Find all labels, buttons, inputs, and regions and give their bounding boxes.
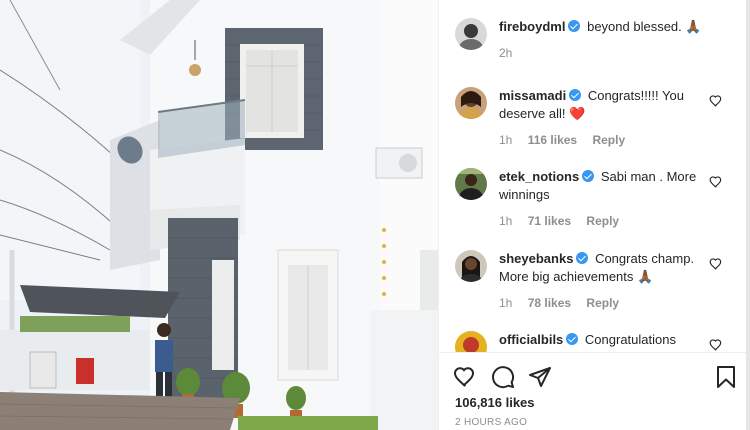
comment-likes[interactable]: 116 likes [528,133,577,147]
post-timestamp[interactable]: 2 HOURS AGO [455,417,527,428]
post-actions: 106,816 likes 2 HOURS AGO [439,352,747,430]
verified-icon [569,89,582,101]
reply-button[interactable]: Reply [592,133,625,147]
avatar[interactable] [455,331,487,352]
verified-icon [566,333,579,345]
caption-username[interactable]: fireboydml [499,19,565,34]
avatar[interactable] [455,18,487,50]
comments-list: fireboydml beyond blessed. 🙏🏾 2h missama… [439,0,747,352]
comment-username[interactable]: missamadi [499,88,566,103]
heart-icon[interactable] [709,175,723,189]
reply-button[interactable]: Reply [586,296,619,310]
post-sidebar: fireboydml beyond blessed. 🙏🏾 2h missama… [438,0,750,430]
heart-icon[interactable] [453,365,477,389]
comment-username[interactable]: etek_notions [499,169,579,184]
caption-time[interactable]: 2h [499,46,512,60]
scrollbar[interactable] [746,0,750,430]
heart-icon[interactable] [709,338,723,352]
verified-icon [576,252,589,264]
comment-time[interactable]: 1h [499,133,512,147]
house-photo [0,0,438,430]
heart-icon[interactable] [709,257,723,271]
post-photo [0,0,438,430]
comment-username[interactable]: officialbils [499,332,563,347]
avatar[interactable] [455,87,487,119]
share-icon[interactable] [528,365,552,389]
verified-icon [582,170,595,182]
avatar[interactable] [455,250,487,282]
likes-count[interactable]: 106,816 likes [455,395,535,410]
comment-username[interactable]: sheyebanks [499,251,573,266]
comment-likes[interactable]: 71 likes [528,214,571,228]
verified-icon [568,20,581,32]
heart-icon[interactable] [709,94,723,108]
comment-likes[interactable]: 78 likes [528,296,571,310]
bookmark-icon[interactable] [714,365,738,389]
comment-text: Congratulations [584,332,676,347]
comment-time[interactable]: 1h [499,296,512,310]
comment-time[interactable]: 1h [499,214,512,228]
caption-text: beyond blessed. 🙏🏾 [587,19,702,34]
avatar[interactable] [455,168,487,200]
reply-button[interactable]: Reply [586,214,619,228]
comment-icon[interactable] [491,365,515,389]
